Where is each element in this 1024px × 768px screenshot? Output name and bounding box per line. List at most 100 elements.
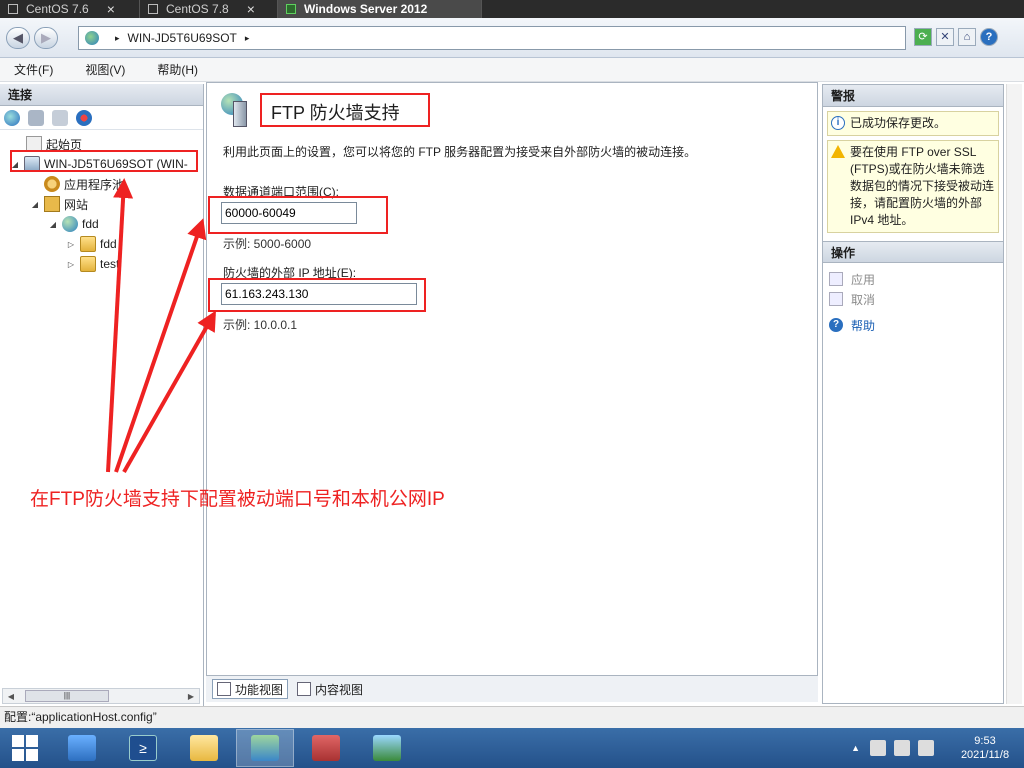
success-alert: i 已成功保存更改。 (827, 111, 999, 136)
taskbar-iis-manager[interactable] (236, 729, 294, 767)
external-ip-input[interactable] (221, 283, 417, 305)
connections-title: 连接 (0, 84, 203, 106)
home-button[interactable]: ⌂ (958, 28, 976, 46)
server-icon (24, 156, 40, 172)
disconnect-icon[interactable] (76, 109, 92, 126)
content-view-icon (297, 682, 312, 696)
taskbar-toolbox[interactable] (297, 729, 355, 767)
cancel-icon (829, 292, 843, 306)
help-button[interactable]: ? (980, 28, 998, 46)
volume-icon[interactable] (918, 740, 934, 756)
scroll-left-icon[interactable]: ◀ (3, 692, 19, 701)
vm-icon (8, 4, 18, 14)
scroll-thumb[interactable]: ||| (25, 690, 109, 702)
taskbar-server-manager[interactable] (53, 729, 111, 767)
server-manager-icon (68, 735, 96, 761)
page-title: FTP 防火墙支持 (271, 103, 400, 123)
port-range-input[interactable] (221, 202, 357, 224)
collapse-icon[interactable]: ◢ (48, 220, 58, 229)
tree-item-label: 起始页 (46, 137, 83, 152)
taskbar-package[interactable] (358, 729, 416, 767)
vm-tab-centos-76[interactable]: CentOS 7.6 × (0, 0, 140, 18)
connect-icon[interactable] (4, 109, 20, 126)
scroll-right-icon[interactable]: ▶ (183, 692, 199, 701)
windows-logo-icon (12, 735, 38, 761)
taskbar: ≥ ▲ 9:53 2021/11/8 (0, 728, 1024, 768)
website-icon (62, 216, 78, 232)
tree-item-sites[interactable]: ◢ 网站 (0, 194, 203, 214)
taskbar-powershell[interactable]: ≥ (114, 729, 172, 767)
tree-item-app-pools[interactable]: 应用程序池 (0, 174, 203, 194)
actions-pane: 警报 i 已成功保存更改。 要在使用 FTP over SSL (FTPS)或在… (822, 84, 1004, 704)
port-range-label: 数据通道端口范围(C): (223, 185, 339, 199)
external-ip-example: 示例: 10.0.0.1 (223, 318, 298, 332)
show-hidden-icons-icon[interactable]: ▲ (851, 743, 860, 753)
status-bar: 配置:“applicationHost.config” (0, 706, 1024, 728)
feature-page: FTP 防火墙支持 利用此页面上的设置，您可以将您的 FTP 服务器配置为接受来… (206, 82, 818, 676)
collapse-icon[interactable]: ◢ (10, 160, 20, 169)
folder-icon (80, 256, 96, 272)
action-label: 帮助 (851, 318, 876, 333)
content-view-button[interactable]: 内容视图 (292, 679, 368, 699)
tree-item-label: WIN-JD5T6U69SOT (WIN- (44, 157, 188, 171)
clock[interactable]: 9:53 2021/11/8 (952, 734, 1018, 762)
apply-action[interactable]: 应用 (823, 269, 1003, 289)
success-alert-text: 已成功保存更改。 (850, 116, 947, 130)
help-action[interactable]: ? 帮助 (823, 315, 1003, 335)
tree-item-label: 应用程序池 (64, 177, 125, 192)
folder-icon (80, 236, 96, 252)
vm-tab-centos-78[interactable]: CentOS 7.8 × (140, 0, 278, 18)
tree-item-site-fdd[interactable]: ◢ fdd (0, 214, 203, 234)
page-description: 利用此页面上的设置，您可以将您的 FTP 服务器配置为接受来自外部防火墙的被动连… (223, 145, 697, 159)
view-switcher: 功能视图 内容视图 (206, 676, 818, 702)
network-icon[interactable] (894, 740, 910, 756)
vm-tab-bar: CentOS 7.6 × CentOS 7.8 × Windows Server… (0, 0, 1024, 18)
file-explorer-icon (190, 735, 218, 761)
tree-item-label: 网站 (64, 197, 89, 212)
close-icon[interactable]: × (107, 1, 115, 17)
horizontal-scrollbar[interactable]: ◀ ||| ▶ (2, 688, 200, 704)
refresh-button[interactable]: ⟳ (914, 28, 932, 46)
collapse-icon[interactable]: ◢ (30, 200, 40, 209)
expand-icon[interactable]: ▷ (66, 260, 76, 269)
start-page-icon (26, 136, 42, 152)
address-breadcrumb[interactable]: ▸ WIN-JD5T6U69SOT ▸ (78, 26, 906, 50)
warning-alert: 要在使用 FTP over SSL (FTPS)或在防火墙未筛选数据包的情况下接… (827, 140, 999, 233)
menu-help[interactable]: 帮助(H) (151, 61, 204, 78)
back-button[interactable]: ◀ (6, 27, 30, 49)
connections-toolbar (0, 106, 203, 130)
tree-item-label: fdd (100, 237, 117, 251)
iis-server-icon (85, 31, 99, 45)
tree-item-server[interactable]: ◢ WIN-JD5T6U69SOT (WIN- (0, 154, 203, 174)
vertical-scrollbar[interactable] (1006, 84, 1022, 704)
tree-item-start-page[interactable]: 起始页 (0, 134, 203, 154)
taskbar-explorer[interactable] (175, 729, 233, 767)
menu-file[interactable]: 文件(F) (8, 61, 59, 78)
alerts-title: 警报 (823, 85, 1003, 107)
iis-manager-icon (251, 735, 279, 761)
close-icon[interactable]: × (247, 1, 255, 17)
connections-tree: 起始页 ◢ WIN-JD5T6U69SOT (WIN- 应用程序池 ◢ 网站 ◢… (0, 130, 203, 274)
start-button[interactable] (0, 729, 50, 767)
action-label: 应用 (851, 272, 876, 287)
view-label: 功能视图 (235, 682, 284, 697)
system-tray: ▲ 9:53 2021/11/8 (851, 728, 1024, 768)
features-view-button[interactable]: 功能视图 (212, 679, 289, 699)
stop-button[interactable]: ✕ (936, 28, 954, 46)
save-icon[interactable] (28, 109, 44, 126)
forward-button[interactable]: ▶ (34, 27, 58, 49)
app-pool-icon (44, 176, 60, 192)
action-center-icon[interactable] (870, 740, 886, 756)
info-icon: i (831, 116, 845, 130)
vm-tab-windows-server[interactable]: Windows Server 2012 (278, 0, 482, 18)
breadcrumb-server[interactable]: WIN-JD5T6U69SOT (128, 31, 237, 45)
menu-view[interactable]: 视图(V) (79, 61, 131, 78)
up-icon[interactable] (52, 109, 68, 126)
toolbox-icon (312, 735, 340, 761)
tree-item-folder-test[interactable]: ▷ test (0, 254, 203, 274)
expand-icon[interactable]: ▷ (66, 240, 76, 249)
breadcrumb-separator: ▸ (115, 32, 120, 43)
actions-title: 操作 (823, 241, 1003, 263)
cancel-action[interactable]: 取消 (823, 289, 1003, 309)
tree-item-folder-fdd[interactable]: ▷ fdd (0, 234, 203, 254)
